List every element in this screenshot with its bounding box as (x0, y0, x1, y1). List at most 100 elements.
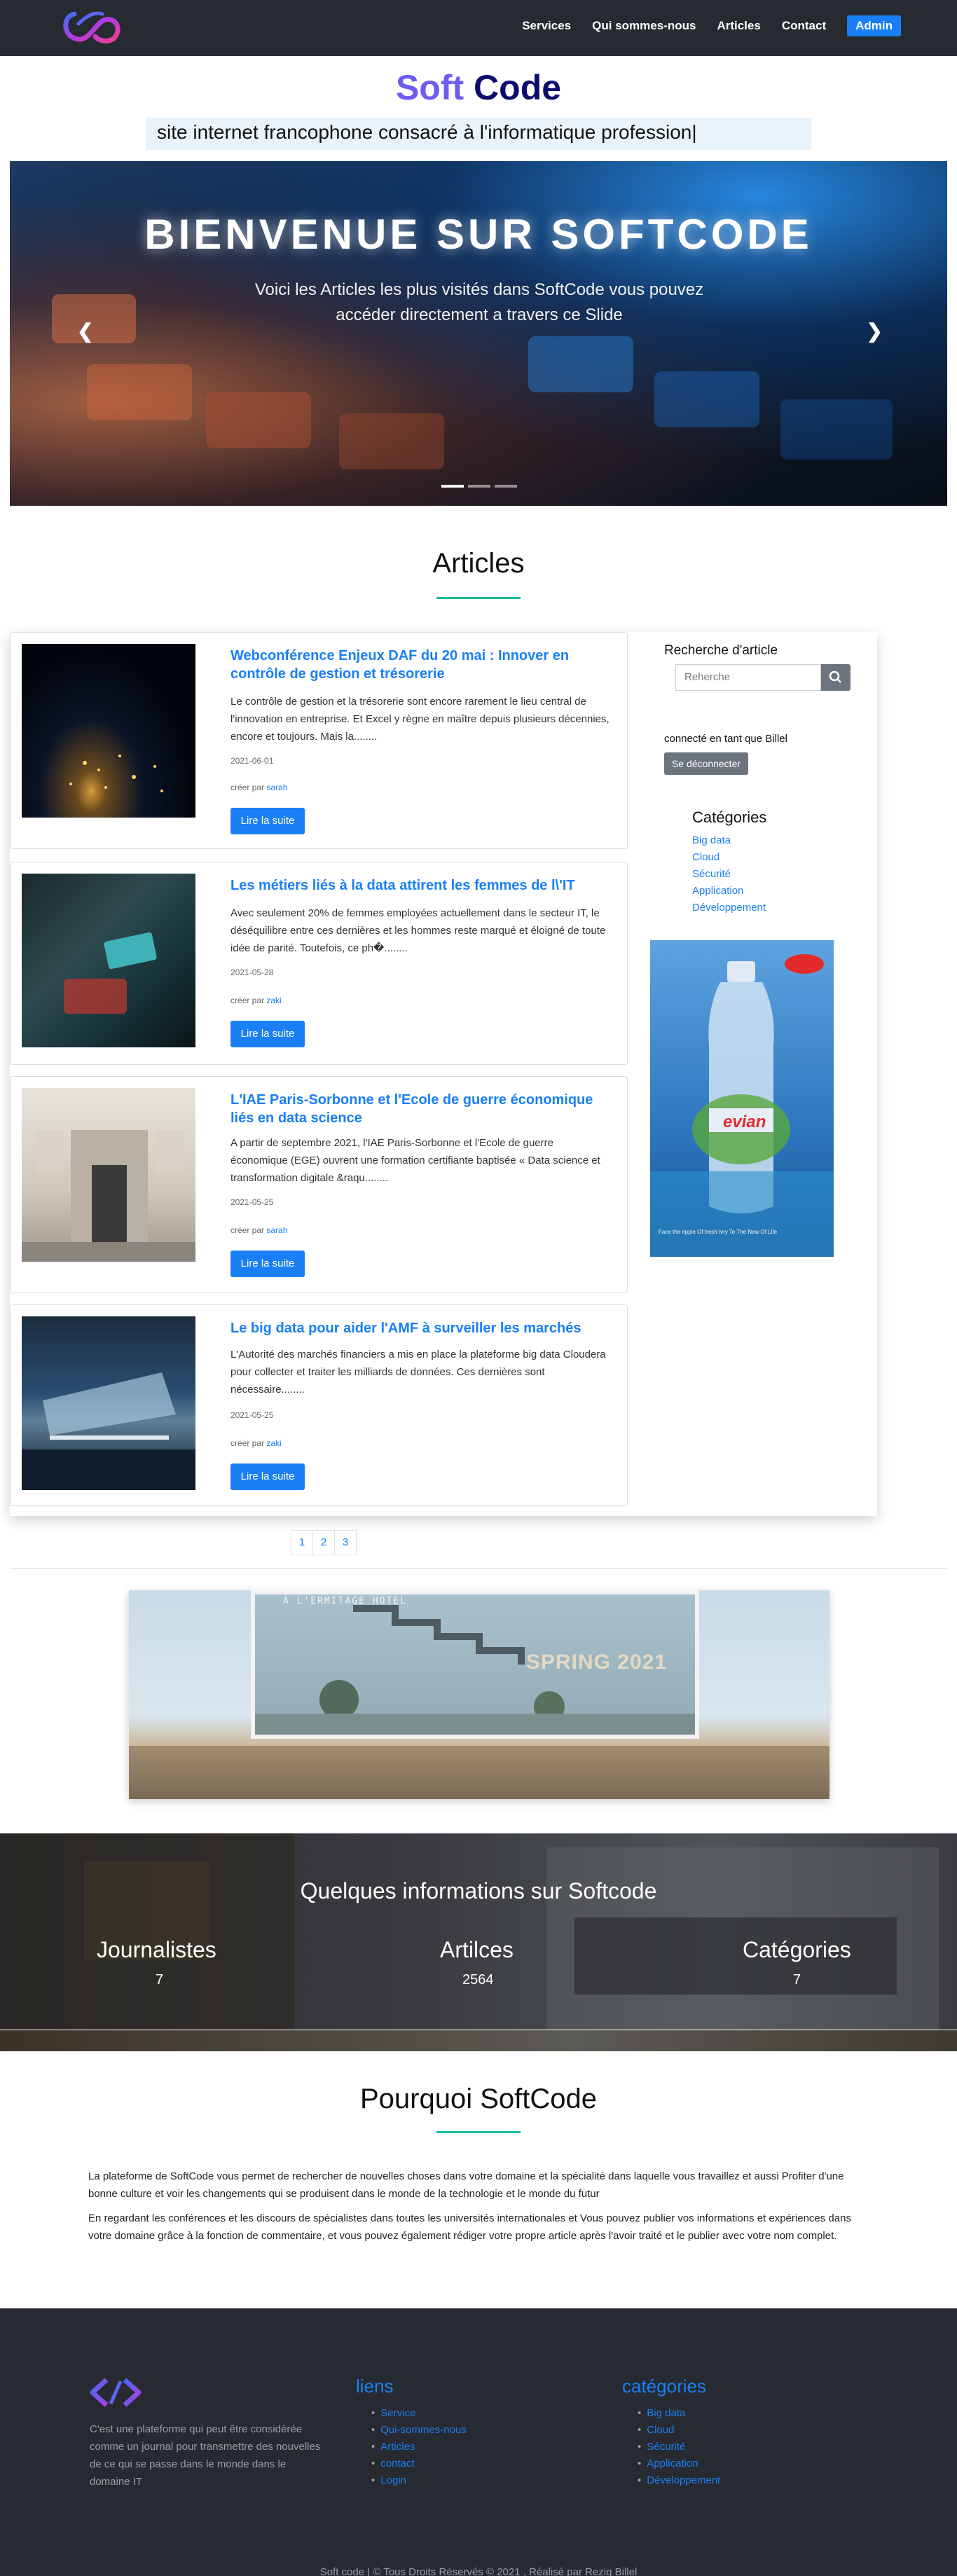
stat-label-articles: Artilces (440, 1937, 514, 1962)
article-card: Les métiers liés à la data attirent les … (10, 862, 628, 1065)
chevron-right-icon[interactable]: ❯ (867, 319, 883, 343)
author-link[interactable]: zaki (266, 1438, 281, 1448)
carousel-indicator[interactable] (495, 485, 517, 488)
footer-link-service[interactable]: Service (371, 2405, 467, 2422)
read-more-button[interactable]: Lire la suite (230, 1021, 305, 1047)
article-author: créer par zaki (230, 996, 282, 1005)
nav-link-services[interactable]: Services (522, 19, 571, 33)
article-excerpt: A partir de septembre 2021, l'IAE Paris-… (230, 1137, 600, 1184)
keyboard-key-decoration (528, 336, 633, 392)
stat-value-journalistes: 7 (156, 1972, 164, 1988)
ground-decoration (129, 1746, 829, 1799)
footer-link-articles[interactable]: Articles (371, 2439, 467, 2456)
article-excerpt: L'Autorité des marchés financiers a mis … (230, 1349, 606, 1396)
articles-section: Webconférence Enjeux DAF du 20 mai : Inn… (10, 632, 877, 1516)
page-link-3[interactable]: 3 (334, 1530, 357, 1555)
keyboard-key-decoration (206, 392, 311, 448)
article-title[interactable]: L'IAE Paris-Sorbonne et l'Ecole de guerr… (230, 1091, 609, 1127)
stat-value-articles: 2564 (462, 1972, 494, 1988)
water-bottle-icon (650, 954, 834, 1257)
keyboard-key-decoration (87, 364, 192, 420)
article-excerpt: Avec seulement 20% de femmes employées a… (230, 907, 606, 954)
carousel-subtitle: Voici les Articles les plus visités dans… (254, 280, 704, 324)
article-image-data-screen[interactable] (22, 874, 195, 1047)
carousel-indicator[interactable] (468, 485, 490, 488)
article-card: Le big data pour aider l'AMF à surveille… (10, 1304, 628, 1506)
section-divider (10, 1568, 947, 1569)
circuit-laptop-background-icon (0, 1833, 939, 2030)
article-date: 2021-05-25 (230, 1410, 274, 1420)
footer-category-cloud[interactable]: Cloud (638, 2422, 720, 2439)
hero-carousel[interactable]: BIENVENUE SUR SOFTCODE Voici les Article… (10, 161, 947, 506)
footer-link-contact[interactable]: contact (371, 2456, 467, 2472)
footer-category-securite[interactable]: Sécurité (638, 2439, 720, 2456)
article-excerpt: Le contrôle de gestion et la trésorerie … (230, 696, 610, 743)
chevron-left-icon[interactable]: ❮ (77, 319, 93, 343)
read-more-button[interactable]: Lire la suite (230, 1251, 305, 1277)
search-button[interactable] (821, 664, 851, 691)
site-title-code: Code (474, 68, 562, 107)
billboard-top-text: A L'ERMITAGE HOTEL (283, 1596, 407, 1606)
admin-button[interactable]: Admin (847, 15, 901, 36)
article-image-earth-night[interactable] (22, 644, 195, 818)
category-link-securite[interactable]: Sécurité (692, 866, 766, 883)
stats-bottom-strip (0, 2030, 957, 2051)
footer-link-login[interactable]: Login (371, 2472, 467, 2489)
read-more-button[interactable]: Lire la suite (230, 808, 305, 834)
author-link[interactable]: zaki (266, 996, 281, 1005)
search-icon (829, 670, 841, 683)
category-link-application[interactable]: Application (692, 883, 766, 900)
article-author: créer par sarah (230, 783, 287, 792)
keyboard-key-decoration (780, 399, 893, 460)
search-input[interactable]: Reherche (675, 664, 821, 691)
keyboard-key-decoration (52, 294, 136, 343)
category-link-big-data[interactable]: Big data (692, 832, 766, 849)
category-link-developpement[interactable]: Développement (692, 900, 766, 916)
footer-category-big-data[interactable]: Big data (638, 2405, 720, 2422)
why-heading: Pourquoi SoftCode (359, 2083, 597, 2114)
footer: C'est une plateforme qui peut être consi… (0, 2308, 957, 2576)
logout-button[interactable]: Se déconnecter (664, 752, 748, 775)
why-paragraph-2: En regardant les conférences et les disc… (88, 2212, 851, 2242)
page-link-1[interactable]: 1 (291, 1530, 313, 1555)
footer-link-qui-sommes-nous[interactable]: Qui-sommes-nous (371, 2422, 467, 2439)
code-logo-icon[interactable] (90, 2376, 142, 2409)
page-link-2[interactable]: 2 (312, 1530, 335, 1555)
carousel-title: BIENVENUE SUR SOFTCODE (144, 211, 813, 258)
article-title[interactable]: Les métiers liés à la data attirent les … (230, 876, 609, 895)
author-prefix: créer par (230, 783, 265, 792)
article-title[interactable]: Webconférence Enjeux DAF du 20 mai : Inn… (230, 647, 609, 683)
nav-link-contact[interactable]: Contact (782, 19, 826, 33)
footer-copyright: Soft code | © Tous Droits Réservés © 202… (319, 2566, 638, 2576)
author-prefix: créer par (230, 996, 265, 1005)
author-link[interactable]: sarah (266, 1225, 287, 1235)
article-image-building[interactable] (22, 1088, 195, 1262)
author-prefix: créer par (230, 1225, 265, 1235)
article-title[interactable]: Le big data pour aider l'AMF à surveille… (230, 1319, 609, 1337)
carousel-indicator[interactable] (441, 485, 464, 488)
search-heading: Recherche d'article (664, 643, 778, 658)
articles-heading: Articles (432, 548, 525, 579)
category-link-cloud[interactable]: Cloud (692, 849, 766, 866)
stat-value-categories: 7 (793, 1972, 801, 1988)
heading-underline (436, 597, 521, 599)
footer-category-developpement[interactable]: Développement (638, 2472, 720, 2489)
evian-ad-banner[interactable]: evian Face the ripple Of fresh Ivry To T… (650, 940, 834, 1257)
categories-list: Big data Cloud Sécurité Application Déve… (692, 832, 766, 916)
nav-link-qui-sommes-nous[interactable]: Qui sommes-nous (592, 19, 696, 33)
article-author: créer par zaki (230, 1438, 282, 1448)
footer-category-application[interactable]: Application (638, 2456, 720, 2472)
footer-about: C'est une plateforme qui peut être consi… (90, 2423, 321, 2488)
site-title: Soft Code (0, 67, 957, 108)
nav-link-articles[interactable]: Articles (717, 19, 760, 33)
read-more-button[interactable]: Lire la suite (230, 1463, 305, 1490)
softcode-logo-icon[interactable] (57, 4, 123, 50)
ad-brand-logo: evian (723, 1113, 766, 1131)
categories-heading: Catégories (692, 808, 767, 826)
author-prefix: créer par (230, 1438, 265, 1448)
article-image-modern-building[interactable] (22, 1316, 195, 1490)
author-link[interactable]: sarah (266, 783, 287, 792)
keyboard-key-decoration (339, 413, 444, 469)
carousel-indicators (441, 485, 517, 488)
hand-device-icon (64, 932, 157, 1014)
